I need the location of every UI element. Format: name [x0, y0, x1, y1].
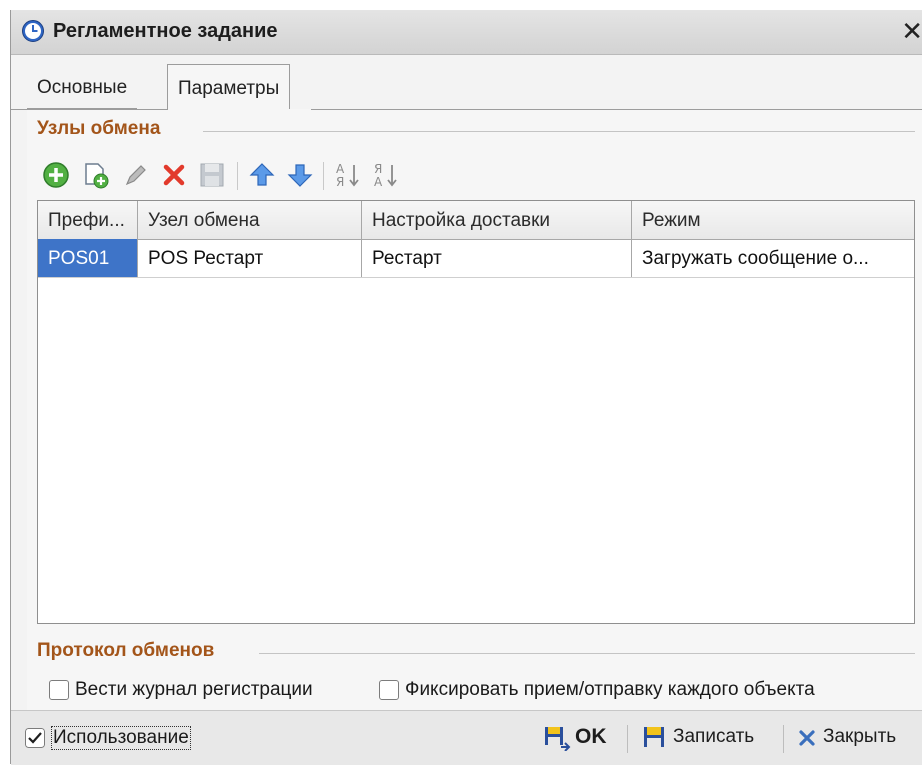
tab-strip: Основные Параметры [11, 54, 922, 110]
scheduled-task-window: Регламентное задание ✕ Основные Параметр… [10, 10, 922, 765]
footer-separator [627, 725, 628, 753]
svg-text:Я: Я [374, 162, 382, 176]
ok-label: OK [575, 725, 607, 748]
window-title: Регламентное задание [53, 20, 278, 42]
close-label: Закрыть [823, 726, 897, 747]
save-label: Записать [673, 726, 755, 747]
protocol-group-title: Протокол обменов [37, 640, 215, 661]
save-and-close-icon [545, 727, 571, 751]
close-window-icon[interactable]: ✕ [901, 17, 922, 45]
tab-main[interactable]: Основные [27, 69, 138, 109]
log-registration-label[interactable]: Вести журнал регистрации [75, 679, 313, 701]
parameters-panel: Узлы обмена А Я Я А Префи... Узел обмена… [27, 110, 922, 710]
exchange-nodes-group-title: Узлы обмена [37, 118, 161, 139]
floppy-icon [644, 727, 664, 747]
toolbar-separator [323, 162, 324, 190]
move-up-icon[interactable] [247, 160, 277, 190]
tab-parameters[interactable]: Параметры [167, 64, 291, 110]
exchange-nodes-table[interactable]: Префи... Узел обмена Настройка доставки … [37, 200, 915, 624]
fix-each-object-label[interactable]: Фиксировать прием/отправку каждого объек… [405, 679, 815, 701]
cell-node[interactable]: POS Рестарт [138, 239, 362, 277]
nodes-toolbar: А Я Я А [41, 156, 541, 196]
group-separator [259, 653, 915, 654]
close-icon [799, 730, 815, 746]
move-down-icon[interactable] [285, 160, 315, 190]
title-bar[interactable]: Регламентное задание ✕ [11, 10, 922, 55]
fix-each-object-checkbox[interactable] [379, 680, 399, 700]
edit-icon[interactable] [121, 160, 151, 190]
use-checkbox-label[interactable]: Использование [51, 726, 191, 750]
cell-mode[interactable]: Загружать сообщение о... [632, 239, 914, 277]
column-header-prefix[interactable]: Префи... [38, 201, 138, 239]
log-registration-checkbox[interactable] [49, 680, 69, 700]
sort-ascending-icon[interactable]: А Я [333, 160, 363, 190]
delete-icon[interactable] [159, 160, 189, 190]
clock-icon [22, 20, 44, 42]
svg-text:Я: Я [336, 175, 344, 189]
svg-text:А: А [374, 175, 383, 189]
column-header-node[interactable]: Узел обмена [138, 201, 362, 239]
table-header: Префи... Узел обмена Настройка доставки … [38, 201, 914, 240]
column-header-delivery[interactable]: Настройка доставки [362, 201, 632, 239]
cell-prefix[interactable]: POS01 [38, 239, 138, 277]
group-separator [203, 131, 915, 132]
footer-separator [783, 725, 784, 753]
svg-text:А: А [336, 162, 345, 176]
cell-delivery[interactable]: Рестарт [362, 239, 632, 277]
toolbar-separator [237, 162, 238, 190]
sort-descending-icon[interactable]: Я А [371, 160, 401, 190]
add-icon[interactable] [41, 160, 71, 190]
use-checkbox[interactable] [25, 728, 45, 748]
column-header-mode[interactable]: Режим [632, 201, 914, 239]
save-icon[interactable] [197, 160, 227, 190]
copy-icon[interactable] [81, 160, 111, 190]
dialog-footer: Использование OK Записать Закрыть [11, 710, 922, 765]
table-row[interactable]: POS01 POS Рестарт Рестарт Загружать сооб… [38, 239, 914, 278]
